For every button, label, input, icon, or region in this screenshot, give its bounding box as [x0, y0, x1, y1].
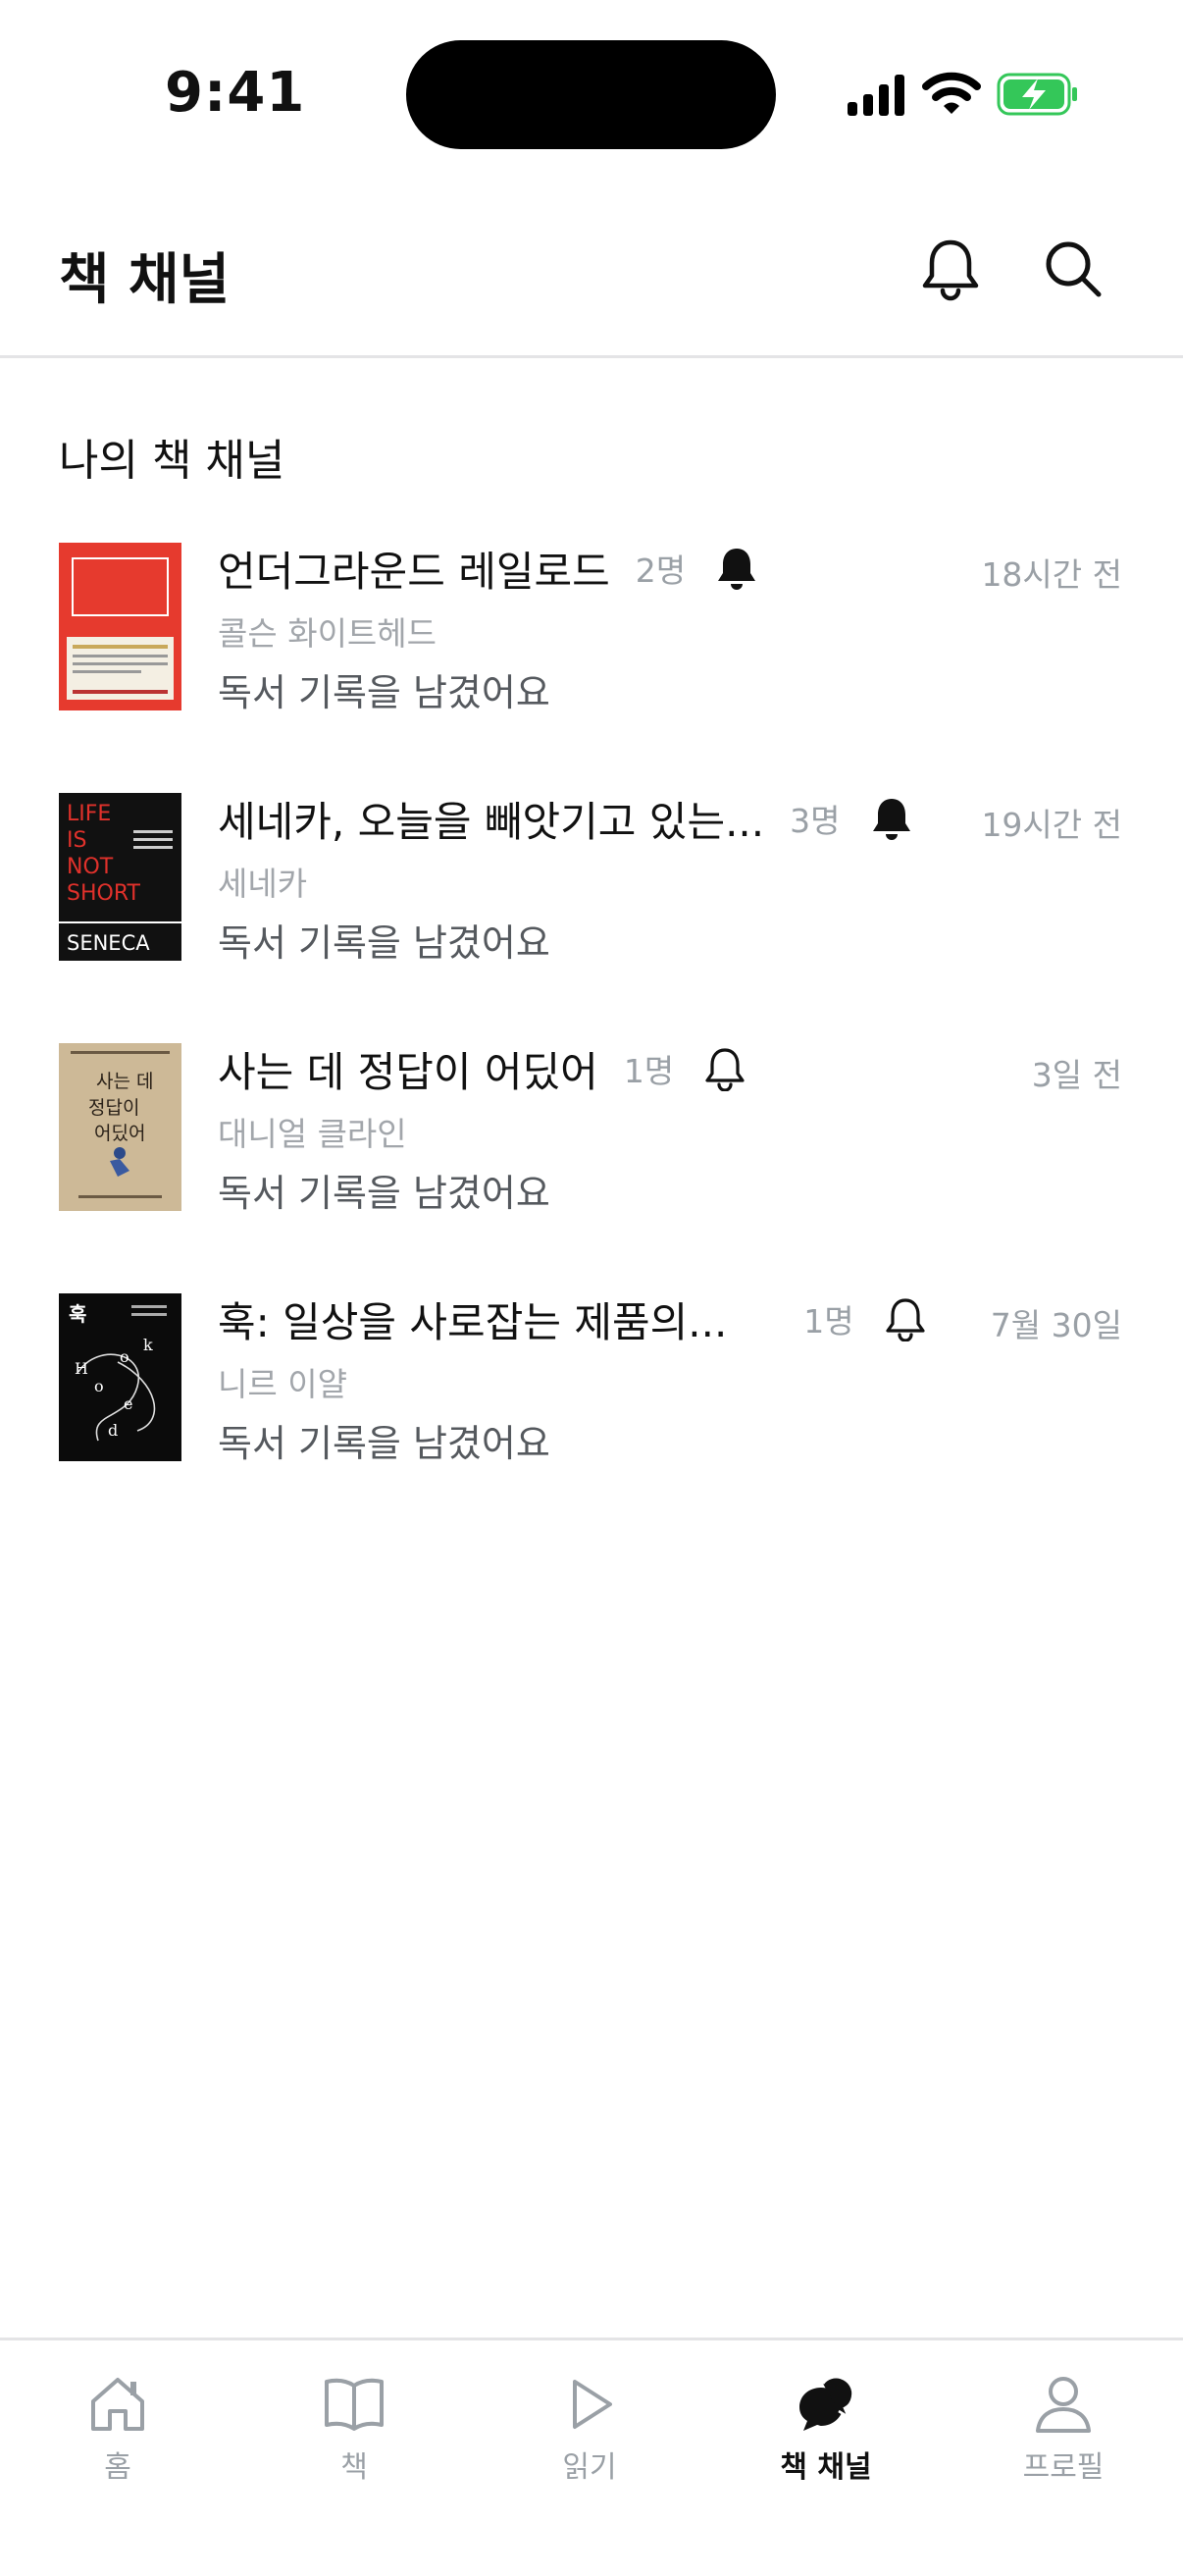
nav-home[interactable]: 홈 [39, 2372, 196, 2490]
bell-outline-icon[interactable] [703, 1046, 746, 1091]
nav-label: 홈 [104, 2450, 131, 2485]
svg-text:e: e [124, 1394, 132, 1413]
nav-label: 책 채널 [780, 2450, 872, 2485]
svg-text:훅: 훅 [69, 1302, 86, 1326]
channel-item[interactable]: 언더그라운드 레일로드 2명 18시간 전 콜슨 화이트헤드 독서 기록을 남겼… [0, 543, 1183, 714]
book-title: 사는 데 정답이 어딨어 [218, 1047, 598, 1096]
last-activity-time: 19시간 전 [981, 806, 1122, 844]
svg-text:IS: IS [67, 828, 86, 853]
wifi-icon [922, 72, 981, 114]
app-header: 책 채널 [0, 186, 1183, 358]
book-cover [59, 543, 181, 710]
activity-text: 독서 기록을 남겼어요 [218, 1172, 550, 1215]
svg-text:어딨어: 어딨어 [94, 1123, 145, 1144]
member-count: 1명 [623, 1052, 675, 1090]
member-count: 1명 [803, 1302, 854, 1341]
nav-read[interactable]: 읽기 [511, 2372, 668, 2490]
member-count: 3명 [790, 802, 841, 840]
battery-charging-icon [997, 73, 1077, 116]
last-activity-time: 7월 30일 [990, 1306, 1122, 1344]
svg-text:o: o [120, 1347, 129, 1366]
search-icon [1046, 241, 1102, 297]
book-cover: LIFE IS NOT SHORT SENECA [59, 793, 181, 961]
svg-text:o: o [94, 1377, 104, 1395]
activity-text: 독서 기록을 남겼어요 [218, 921, 550, 965]
bell-filled-icon[interactable] [715, 546, 758, 591]
svg-text:LIFE: LIFE [67, 802, 111, 826]
channel-item[interactable]: 훅 H o o k e d 훅: 일상을 사로잡는 제품의... 1명 7월 3… [0, 1293, 1183, 1465]
book-icon [325, 2378, 384, 2431]
section-title: 나의 책 채널 [59, 436, 285, 486]
status-bar: 9:41 [0, 0, 1183, 186]
book-author: 니르 이얄 [218, 1365, 347, 1403]
nav-label: 읽기 [562, 2450, 617, 2485]
book-author: 콜슨 화이트헤드 [218, 614, 437, 653]
svg-text:H: H [75, 1359, 88, 1378]
bell-icon [922, 239, 979, 301]
book-author: 세네카 [218, 865, 308, 903]
book-title: 훅: 일상을 사로잡는 제품의... [218, 1297, 728, 1346]
book-cover: 훅 H o o k e d [59, 1293, 181, 1461]
nav-book-channel[interactable]: 책 채널 [747, 2372, 904, 2490]
last-activity-time: 18시간 전 [981, 555, 1122, 594]
book-cover: 사는 데 정답이 어딨어 [59, 1043, 181, 1211]
notifications-button[interactable] [915, 234, 986, 304]
last-activity-time: 3일 전 [1031, 1056, 1122, 1094]
page-title: 책 채널 [59, 248, 231, 312]
person-icon [1036, 2377, 1091, 2433]
svg-text:정답이: 정답이 [88, 1097, 139, 1119]
nav-profile[interactable]: 프로필 [985, 2372, 1142, 2490]
dynamic-island [406, 40, 776, 149]
nav-label: 책 [340, 2450, 368, 2485]
activity-text: 독서 기록을 남겼어요 [218, 671, 550, 714]
book-title: 세네카, 오늘을 빼앗기고 있는... [218, 797, 765, 846]
svg-text:SHORT: SHORT [67, 881, 141, 906]
bell-filled-icon[interactable] [870, 796, 913, 841]
search-button[interactable] [1038, 234, 1108, 304]
home-icon [91, 2378, 144, 2431]
svg-text:k: k [143, 1336, 153, 1354]
play-icon [573, 2380, 612, 2429]
book-author: 대니얼 클라인 [218, 1115, 407, 1153]
svg-text:SENECA: SENECA [67, 931, 150, 955]
status-time: 9:41 [165, 61, 306, 125]
book-title: 언더그라운드 레일로드 [218, 547, 610, 596]
bottom-nav: 홈 책 읽기 책 채널 프로필 [0, 2338, 1183, 2576]
svg-text:사는 데: 사는 데 [96, 1071, 153, 1092]
cellular-signal-icon [848, 75, 904, 116]
activity-text: 독서 기록을 남겼어요 [218, 1422, 550, 1465]
channel-item[interactable]: 사는 데 정답이 어딨어 사는 데 정답이 어딨어 1명 3일 전 대니얼 클라… [0, 1043, 1183, 1215]
svg-text:NOT: NOT [67, 855, 114, 879]
nav-label: 프로필 [1022, 2450, 1105, 2485]
chat-bubbles-icon [799, 2376, 854, 2431]
nav-book[interactable]: 책 [276, 2372, 433, 2490]
bell-outline-icon[interactable] [884, 1296, 927, 1341]
channel-item[interactable]: LIFE IS NOT SHORT SENECA 세네카, 오늘을 빼앗기고 있… [0, 793, 1183, 965]
member-count: 2명 [635, 552, 687, 590]
svg-text:d: d [108, 1421, 118, 1440]
